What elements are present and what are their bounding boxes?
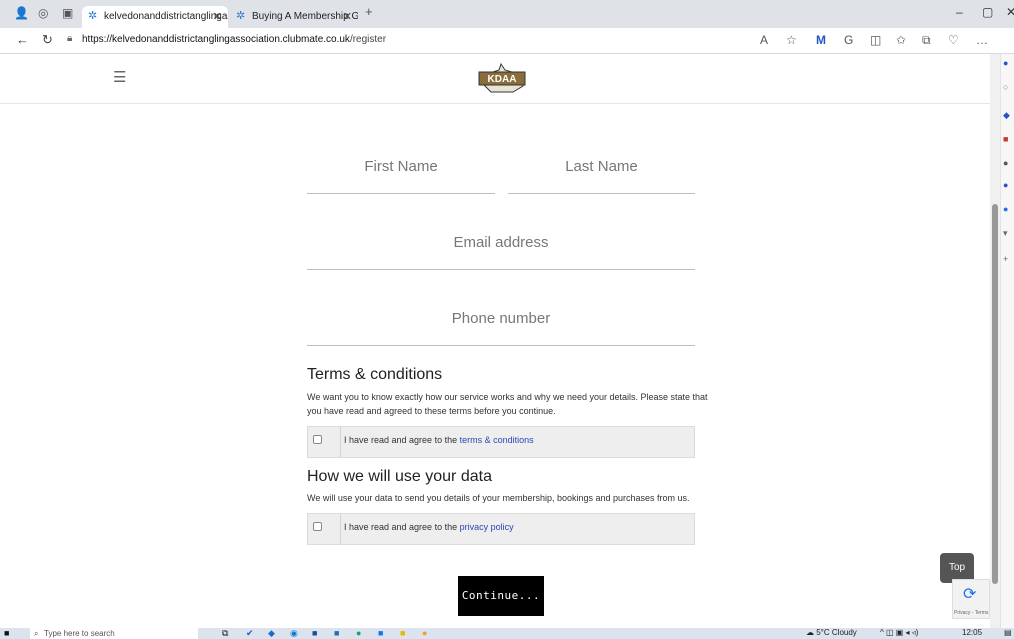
terms-heading: Terms & conditions	[307, 366, 443, 383]
games-icon[interactable]: ●	[1003, 180, 1008, 190]
last-name-field[interactable]: Last Name	[508, 150, 695, 194]
terms-checkbox[interactable]	[313, 435, 322, 444]
notifications-icon[interactable]: ▤	[1004, 628, 1012, 637]
outlook-icon[interactable]: ●	[1003, 204, 1008, 214]
site-favicon-icon: ✲	[88, 10, 98, 22]
url-field[interactable]: https://kelvedonanddistrictanglingassoci…	[82, 34, 386, 45]
tab-actions-icon[interactable]: ▣	[62, 6, 73, 20]
todo-icon[interactable]: ✔	[246, 628, 254, 639]
phone-field[interactable]: Phone number	[307, 302, 695, 346]
email-field[interactable]: Email address	[307, 226, 695, 270]
terms-checkbox-row: I have read and agree to the terms & con…	[307, 426, 695, 458]
first-name-placeholder: First Name	[364, 158, 438, 175]
copilot-icon[interactable]: ●	[1003, 58, 1008, 68]
address-bar: ← ↻ 🔒︎ https://kelvedonanddistrictanglin…	[0, 28, 1014, 54]
privacy-link[interactable]: privacy policy	[460, 522, 514, 532]
privacy-label-prefix: I have read and agree to the	[344, 522, 460, 532]
url-host: https://kelvedonanddistrictanglingassoci…	[82, 34, 350, 45]
url-path: /register	[349, 34, 387, 45]
divider	[340, 514, 341, 544]
email-placeholder: Email address	[453, 234, 549, 251]
close-window-button[interactable]: ✕	[1006, 5, 1014, 19]
browser-essentials-icon[interactable]: ♡	[948, 33, 959, 47]
windows-taskbar: ■ ⌕ Type here to search ⧉ ✔ ◆ ◉ ■ ■ ● ■ …	[0, 628, 1014, 639]
file-explorer-icon[interactable]: ■	[400, 628, 405, 638]
tab-register[interactable]: ✲ kelvedonanddistrictanglingassoc ✕	[82, 6, 228, 28]
scrollbar-thumb[interactable]	[992, 204, 998, 584]
site-favicon-icon: ✲	[236, 10, 246, 22]
profile-icon[interactable]: 👤	[14, 6, 29, 20]
tab-title: kelvedonanddistrictanglingassoc	[104, 11, 228, 22]
terms-label-prefix: I have read and agree to the	[344, 435, 460, 445]
task-view-icon[interactable]: ⧉	[222, 628, 228, 639]
clock[interactable]: 12:05	[962, 628, 982, 637]
shopping-icon[interactable]: ◆	[1003, 110, 1010, 121]
weather-text: 5°C Cloudy	[816, 628, 857, 637]
workspaces-icon[interactable]: ◎	[38, 6, 48, 20]
new-tab-button[interactable]: +	[365, 4, 373, 19]
drop-icon[interactable]: ▾	[1003, 228, 1008, 239]
last-name-placeholder: Last Name	[565, 158, 638, 175]
word-icon[interactable]: ■	[312, 628, 317, 638]
weather-widget[interactable]: ☁ 5°C Cloudy	[806, 628, 857, 637]
more-options-icon[interactable]: …	[976, 33, 988, 47]
tab-membership-guide[interactable]: ✲ Buying A Membership Guide | C ✕	[230, 6, 358, 28]
favorites-icon[interactable]: ✩	[896, 33, 906, 47]
privacy-checkbox-label: I have read and agree to the privacy pol…	[344, 522, 514, 532]
browser-tab-bar: 👤 ◎ ▣ ✲ kelvedonanddistrictanglingassoc …	[0, 0, 1014, 28]
kdaa-logo[interactable]: KDAA	[473, 62, 531, 96]
back-arrow-icon[interactable]: ←	[16, 32, 29, 47]
extension-m-icon[interactable]: M	[816, 33, 826, 47]
app-icon[interactable]: ●	[422, 628, 427, 638]
recaptcha-badge[interactable]: ⟳ Privacy - Terms	[952, 579, 990, 619]
divider	[340, 427, 341, 457]
system-tray-icons[interactable]: ^ ◫ ▣ ◂ ◃)	[880, 628, 918, 637]
minimize-button[interactable]: –	[956, 5, 963, 19]
search-icon[interactable]: ○	[1003, 82, 1008, 92]
privacy-checkbox-row: I have read and agree to the privacy pol…	[307, 513, 695, 545]
terms-description: We want you to know exactly how our serv…	[307, 392, 708, 416]
refresh-icon[interactable]: ↻	[42, 32, 53, 48]
logo-text: KDAA	[488, 74, 517, 85]
read-aloud-icon[interactable]: A	[760, 33, 768, 47]
cloud-icon: ☁	[806, 628, 817, 637]
recaptcha-text: Privacy - Terms	[954, 610, 989, 616]
favorite-star-icon[interactable]: ☆	[786, 33, 797, 47]
edge-icon[interactable]: ◉	[290, 628, 298, 639]
lock-icon[interactable]: 🔒︎	[67, 33, 72, 44]
recaptcha-icon: ⟳	[963, 586, 977, 603]
tab-close-icon[interactable]: ✕	[343, 6, 352, 28]
chrome-icon[interactable]: ●	[356, 628, 361, 638]
add-icon[interactable]: +	[1003, 254, 1008, 264]
extension-c-icon[interactable]: G	[844, 33, 853, 47]
taskbar-search-box[interactable]: ⌕ Type here to search	[30, 628, 198, 639]
privacy-checkbox[interactable]	[313, 522, 322, 531]
split-screen-icon[interactable]: ◫	[870, 33, 881, 47]
continue-button[interactable]: Continue...	[458, 576, 544, 616]
maximize-button[interactable]: ▢	[982, 5, 993, 19]
tab-close-icon[interactable]: ✕	[213, 6, 222, 28]
terms-link[interactable]: terms & conditions	[460, 435, 534, 445]
phone-placeholder: Phone number	[451, 310, 551, 327]
people-icon[interactable]: ●	[1003, 158, 1008, 168]
page: ☰ KDAA First Name Last Name Email addres…	[0, 54, 990, 628]
store-icon[interactable]: ◆	[268, 628, 275, 639]
photos-icon[interactable]: ■	[378, 628, 383, 638]
collections-icon[interactable]: ⧉	[922, 33, 931, 48]
site-header: ☰ KDAA	[0, 54, 990, 104]
taskbar-search-placeholder: Type here to search	[44, 629, 115, 638]
terms-checkbox-label: I have read and agree to the terms & con…	[344, 435, 534, 445]
hamburger-menu-icon[interactable]: ☰	[113, 68, 126, 86]
page-scrollbar[interactable]	[990, 54, 1000, 628]
outlook-taskbar-icon[interactable]: ■	[334, 628, 339, 638]
first-name-field[interactable]: First Name	[307, 150, 495, 194]
data-use-heading: How we will use your data	[307, 468, 492, 485]
windows-start-icon[interactable]: ■	[4, 628, 9, 638]
tools-icon[interactable]: ■	[1003, 134, 1008, 144]
search-icon: ⌕	[34, 629, 39, 638]
edge-sidebar: ● ○ ◆ ■ ● ● ● ▾ +	[1000, 54, 1014, 628]
data-use-description: We will use your data to send you detail…	[307, 493, 690, 503]
